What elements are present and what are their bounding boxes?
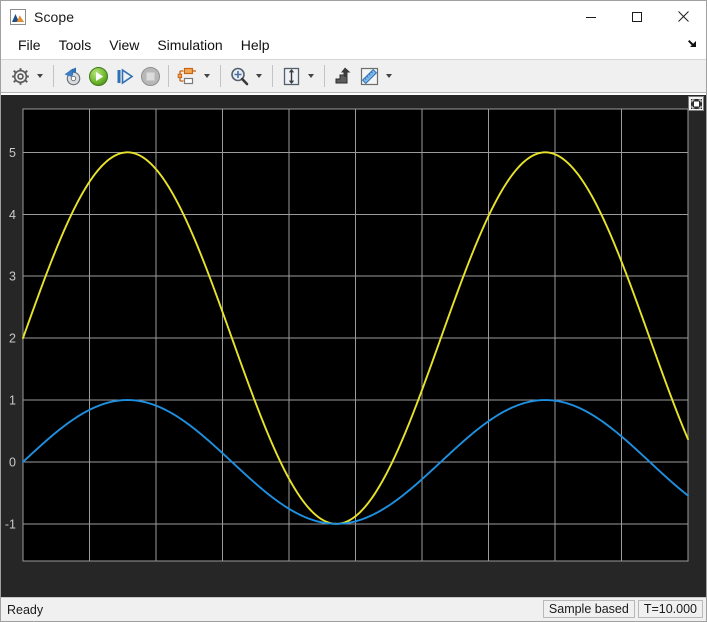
window-title: Scope — [34, 8, 75, 25]
undock-arrow-icon[interactable] — [684, 37, 700, 53]
cursor-measurements-button[interactable] — [331, 64, 355, 88]
svg-text:4: 4 — [9, 208, 16, 222]
status-message: Ready — [7, 602, 44, 617]
window-controls — [568, 1, 706, 32]
svg-text:2: 2 — [9, 332, 16, 346]
menu-bar: File Tools View Simulation Help — [1, 32, 706, 59]
menu-item-help[interactable]: Help — [232, 35, 279, 56]
scope-app-icon — [10, 8, 26, 25]
menu-item-file[interactable]: File — [9, 35, 50, 56]
svg-text:-1: -1 — [5, 517, 16, 531]
svg-text:0: 0 — [9, 455, 16, 469]
stop-button — [138, 64, 162, 88]
measurements-dropdown[interactable] — [382, 64, 395, 88]
toolbar-separator — [272, 65, 273, 87]
toolbar-separator — [324, 65, 325, 87]
menu-item-simulation[interactable]: Simulation — [148, 35, 231, 56]
zoom-in-dropdown[interactable] — [252, 64, 265, 88]
autoscale-dropdown[interactable] — [304, 64, 317, 88]
scope-axes[interactable]: -1012345012345678910 — [1, 95, 706, 562]
toolbar-separator — [220, 65, 221, 87]
toolbar-separator — [168, 65, 169, 87]
title-bar: Scope — [1, 1, 706, 32]
close-button[interactable] — [660, 1, 706, 32]
minimize-button[interactable] — [568, 1, 614, 32]
run-back-button[interactable] — [60, 64, 84, 88]
signal-selection-button[interactable] — [175, 64, 199, 88]
svg-text:3: 3 — [9, 270, 16, 284]
svg-text:1: 1 — [9, 394, 16, 408]
toolbar — [1, 59, 706, 93]
status-bar: Ready Sample based T=10.000 — [1, 597, 706, 621]
menu-item-tools[interactable]: Tools — [50, 35, 101, 56]
configuration-properties-dropdown[interactable] — [33, 64, 46, 88]
toolbar-separator — [53, 65, 54, 87]
scope-window: Scope File Tools View Simulation Help -1… — [0, 0, 707, 622]
menu-item-view[interactable]: View — [100, 35, 148, 56]
step-forward-button[interactable] — [112, 64, 136, 88]
status-frame-mode: Sample based — [542, 600, 635, 618]
maximize-axes-icon[interactable] — [688, 96, 704, 111]
maximize-button[interactable] — [614, 1, 660, 32]
run-button[interactable] — [86, 64, 110, 88]
zoom-in-button[interactable] — [227, 64, 251, 88]
signal-selection-dropdown[interactable] — [200, 64, 213, 88]
autoscale-button[interactable] — [279, 64, 303, 88]
status-right-group: Sample based T=10.000 — [542, 600, 703, 618]
svg-text:5: 5 — [9, 146, 16, 160]
status-simulation-time: T=10.000 — [637, 600, 703, 618]
measurements-button[interactable] — [357, 64, 381, 88]
scope-plot-panel: -1012345012345678910 — [1, 93, 706, 597]
configuration-properties-button[interactable] — [8, 64, 32, 88]
